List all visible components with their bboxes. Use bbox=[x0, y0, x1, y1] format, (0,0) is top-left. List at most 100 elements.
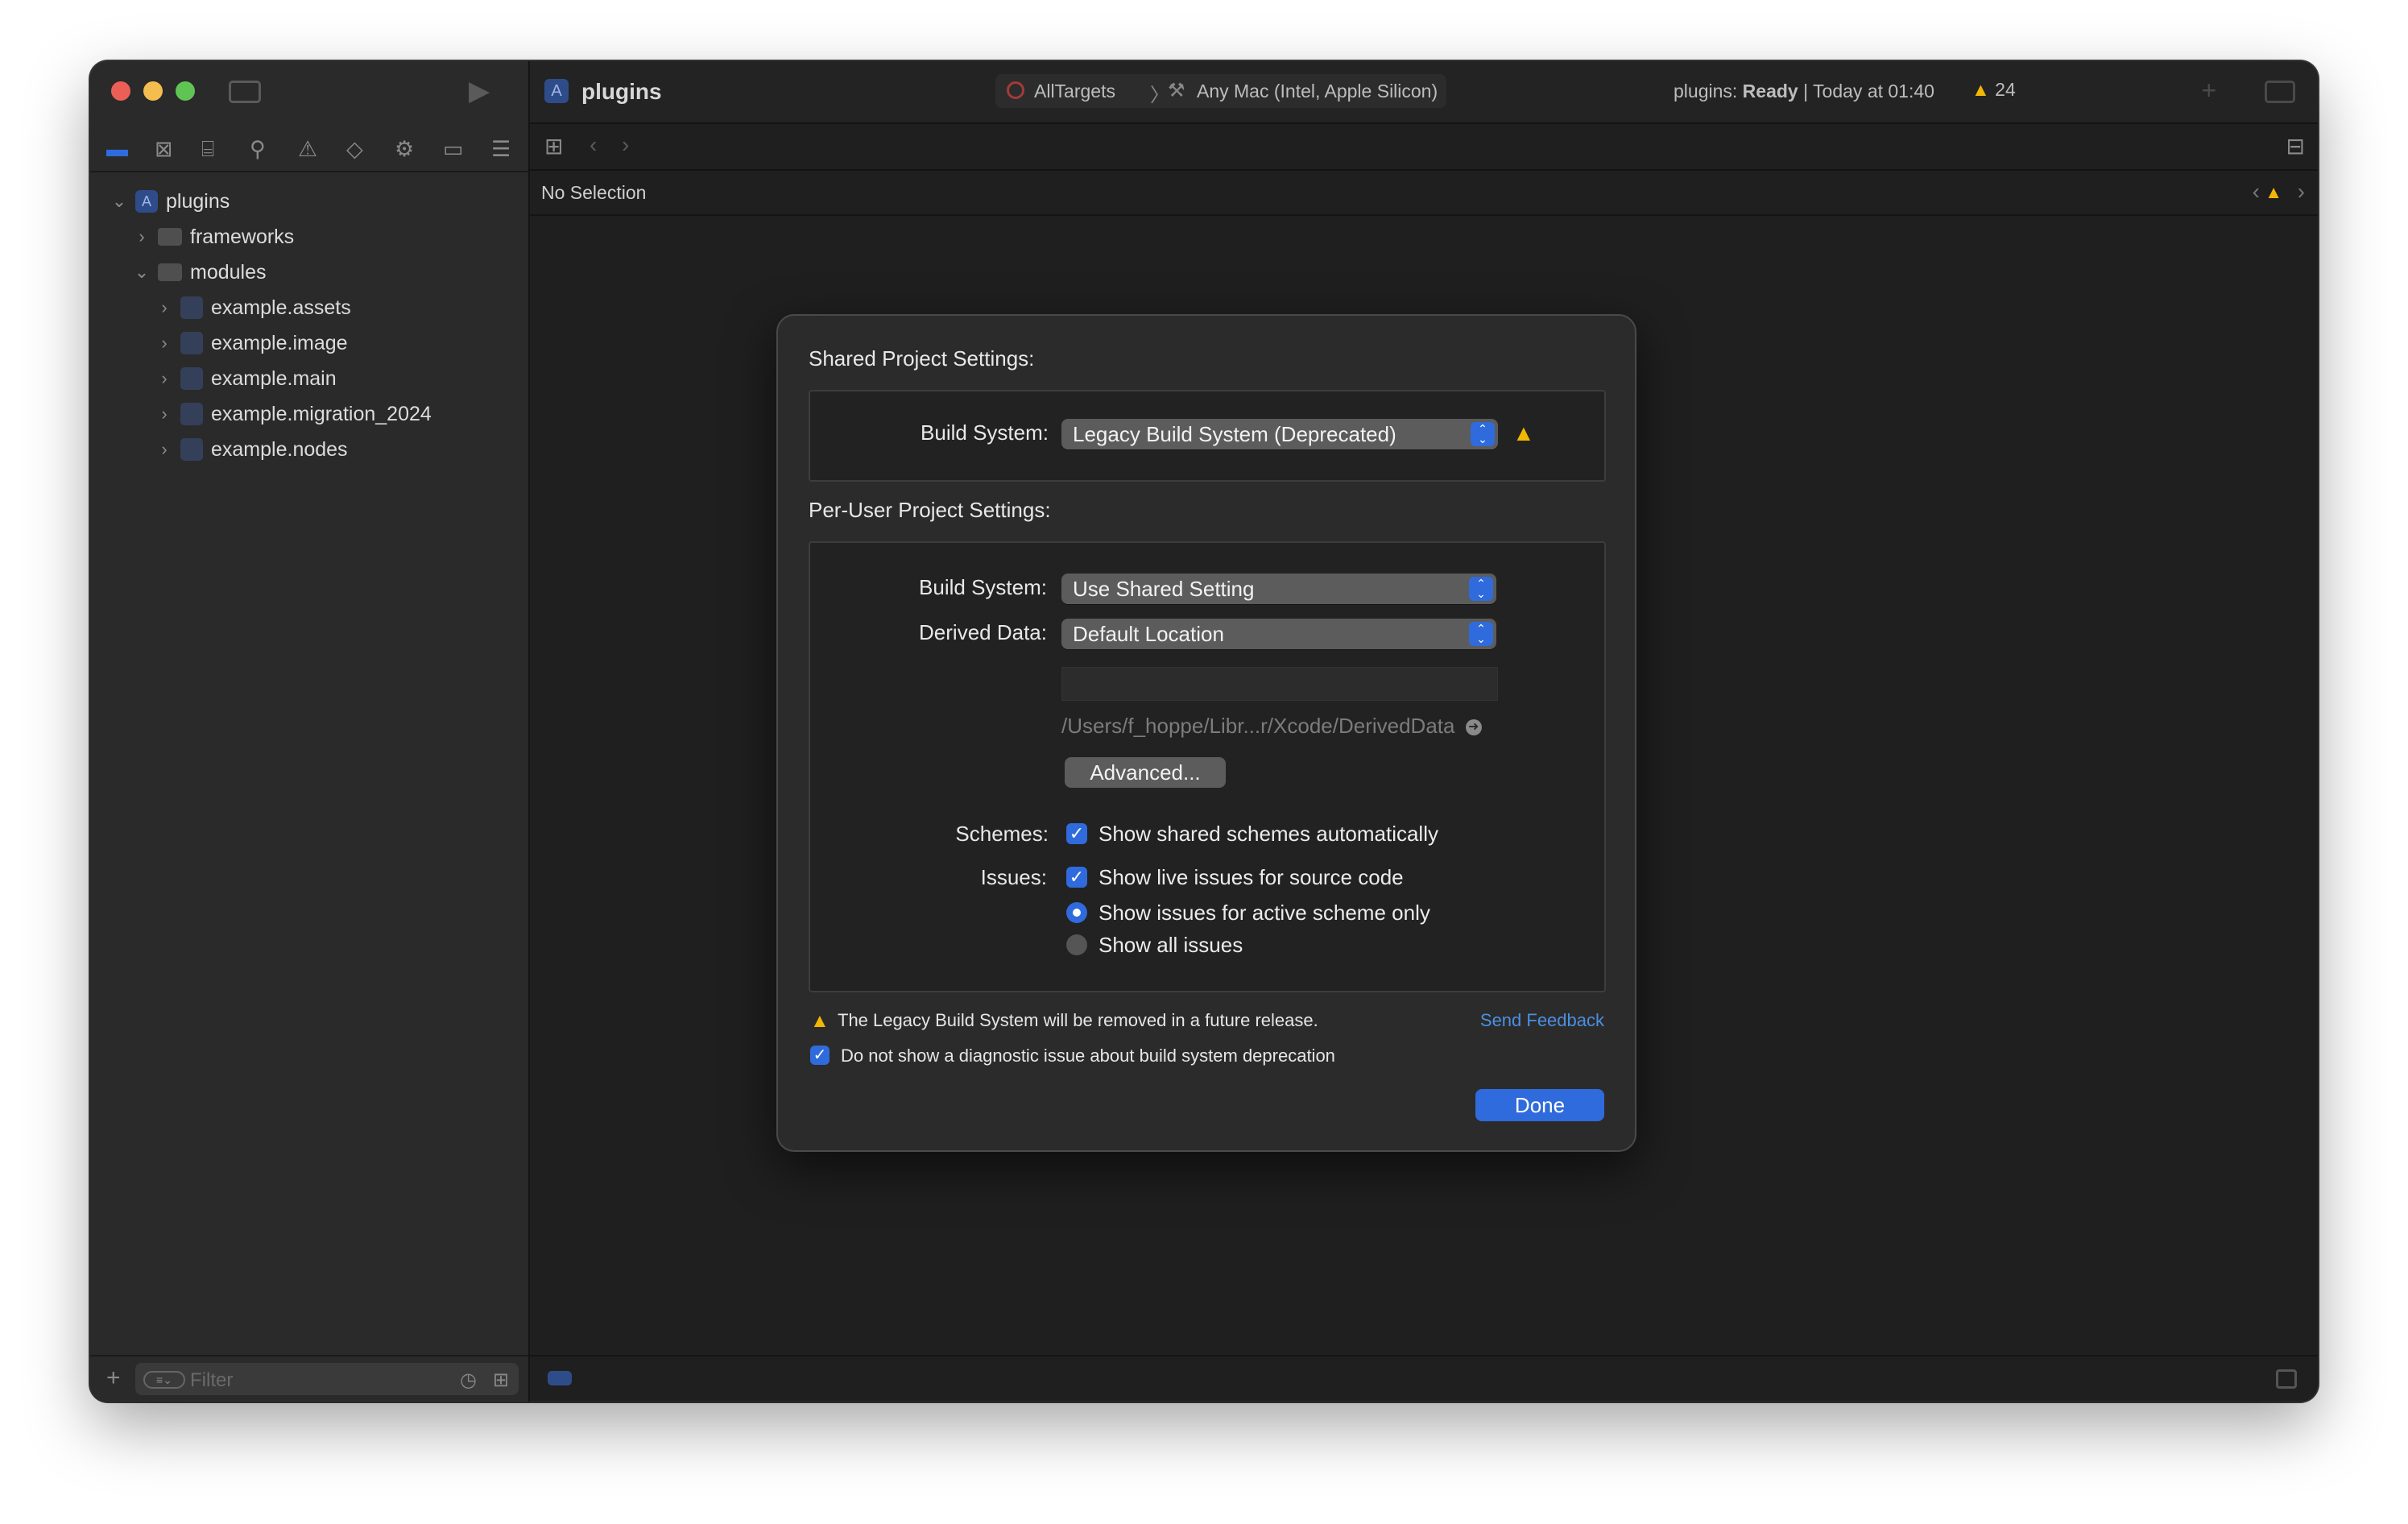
filter-placeholder: Filter bbox=[190, 1369, 234, 1391]
schemes-checkbox[interactable]: ✓ bbox=[1066, 823, 1087, 844]
chevron-down-icon[interactable]: ⌄ bbox=[110, 191, 129, 212]
back-chevron-icon[interactable]: ‹ bbox=[590, 134, 597, 156]
warning-icon: ▲ bbox=[1971, 79, 1990, 100]
tree-item[interactable]: › example.main bbox=[90, 361, 528, 396]
suppress-diagnostic-checkbox[interactable]: ✓ bbox=[810, 1046, 830, 1065]
run-icon[interactable]: ▶ bbox=[469, 77, 490, 105]
per-user-settings-box: Build System: Use Shared Setting ⌃ ⌄ Deri… bbox=[809, 541, 1606, 992]
warning-icon: ▲ bbox=[1512, 420, 1535, 445]
recent-files-icon[interactable]: ◷ bbox=[460, 1369, 477, 1392]
tree-root-project[interactable]: ⌄ A plugins bbox=[90, 184, 528, 219]
project-navigator-icon[interactable]: ▬ bbox=[106, 137, 128, 162]
debug-navigator-icon[interactable]: ⚙ bbox=[395, 137, 414, 162]
scheme-name[interactable]: AllTargets bbox=[1034, 81, 1115, 102]
reveal-in-finder-icon[interactable]: ➜ bbox=[1465, 719, 1482, 736]
tree-item[interactable]: › frameworks bbox=[90, 219, 528, 255]
module-icon bbox=[180, 296, 203, 319]
status-project: plugins: bbox=[1674, 81, 1738, 101]
filter-options-icon[interactable]: ≡⌄ bbox=[143, 1371, 185, 1389]
target-icon bbox=[1007, 81, 1024, 99]
done-button[interactable]: Done bbox=[1475, 1089, 1604, 1121]
tree-item-label: example.migration_2024 bbox=[211, 402, 432, 425]
chevron-right-icon[interactable]: › bbox=[155, 333, 174, 354]
tree-item-label: plugins bbox=[166, 189, 230, 213]
tree-item-label: frameworks bbox=[190, 225, 295, 248]
suppress-diagnostic-label: Do not show a diagnostic issue about bui… bbox=[841, 1046, 1335, 1066]
shared-settings-box: Build System: Legacy Build System (Depre… bbox=[809, 390, 1606, 482]
minimize-window-button[interactable] bbox=[143, 81, 163, 101]
toolbar: A plugins AllTargets 〉 ⚒ Any Mac (Intel,… bbox=[530, 61, 2318, 124]
library-add-icon[interactable]: + bbox=[2201, 77, 2216, 103]
split-editor-icon[interactable]: ⊟ bbox=[2286, 135, 2305, 158]
issue-warning-icon[interactable]: ▲ bbox=[2265, 182, 2282, 203]
chevron-right-icon: 〉 bbox=[1150, 85, 1169, 106]
hammer-icon: ⚒ bbox=[1168, 80, 1185, 101]
tree-item[interactable]: ⌄ modules bbox=[90, 255, 528, 290]
active-scheme-radio[interactable] bbox=[1066, 902, 1087, 923]
tree-item[interactable]: › example.assets bbox=[90, 290, 528, 325]
close-window-button[interactable] bbox=[111, 81, 130, 101]
debug-area-toggle-icon[interactable] bbox=[2276, 1369, 2297, 1389]
chevron-right-icon[interactable]: › bbox=[155, 297, 174, 318]
user-build-system-popup[interactable]: Use Shared Setting ⌃ ⌄ bbox=[1061, 574, 1496, 604]
tree-item[interactable]: › example.nodes bbox=[90, 432, 528, 467]
add-icon[interactable]: + bbox=[106, 1366, 121, 1390]
filter-field[interactable]: ≡⌄ Filter ◷ ⊞ bbox=[135, 1363, 519, 1395]
symbol-navigator-icon[interactable]: ⌸ bbox=[201, 137, 214, 163]
find-navigator-icon[interactable]: ⚲ bbox=[250, 137, 266, 162]
jump-bar-path[interactable]: No Selection bbox=[541, 182, 646, 204]
shared-build-system-popup[interactable]: Legacy Build System (Deprecated) ⌃ ⌄ bbox=[1061, 419, 1498, 449]
test-navigator-icon[interactable]: ◇ bbox=[346, 137, 363, 162]
navigator-sidebar: ▶ ▬ ⊠ ⌸ ⚲ ⚠ ◇ ⚙ ▭ ☰ ⌄ A plugins + ≡⌄ Fil… bbox=[90, 61, 530, 1402]
custom-location-field[interactable] bbox=[1061, 667, 1498, 701]
sidebar-toggle-icon[interactable] bbox=[229, 81, 261, 103]
derived-data-path-row: /Users/f_hoppe/Libr...r/Xcode/DerivedDat… bbox=[1061, 714, 1482, 739]
project-settings-dialog: Shared Project Settings: Build System: L… bbox=[776, 314, 1636, 1152]
shared-build-system-label: Build System: bbox=[921, 420, 1049, 445]
breakpoints-toggle-icon[interactable] bbox=[548, 1371, 572, 1385]
status-time: | Today at 01:40 bbox=[1803, 81, 1934, 101]
derived-data-popup[interactable]: Default Location ⌃ ⌄ bbox=[1061, 619, 1496, 649]
related-items-icon[interactable]: ⊞ bbox=[544, 135, 563, 158]
issue-navigator-icon[interactable]: ⚠ bbox=[298, 137, 317, 162]
window-title: plugins bbox=[581, 79, 662, 104]
warning-count-badge[interactable]: ▲ 24 bbox=[1971, 79, 2016, 101]
report-navigator-icon[interactable]: ☰ bbox=[491, 137, 511, 162]
zoom-window-button[interactable] bbox=[176, 81, 195, 101]
tree-item[interactable]: › example.image bbox=[90, 325, 528, 361]
next-issue-icon[interactable]: › bbox=[2298, 179, 2305, 205]
derived-data-label: Derived Data: bbox=[919, 620, 1047, 644]
navigator-footer: + ≡⌄ Filter ◷ ⊞ bbox=[90, 1355, 528, 1402]
advanced-button[interactable]: Advanced... bbox=[1065, 757, 1226, 788]
all-issues-label: Show all issues bbox=[1098, 933, 1243, 957]
tree-item-label: example.image bbox=[211, 331, 348, 354]
run-destination[interactable]: Any Mac (Intel, Apple Silicon) bbox=[1197, 81, 1438, 102]
inspector-toggle-icon[interactable] bbox=[2265, 81, 2295, 103]
folder-icon bbox=[158, 228, 182, 246]
module-icon bbox=[180, 367, 203, 390]
chevron-right-icon[interactable]: › bbox=[155, 368, 174, 389]
module-icon bbox=[180, 403, 203, 425]
source-control-icon[interactable]: ⊠ bbox=[155, 137, 173, 162]
chevron-right-icon[interactable]: › bbox=[155, 404, 174, 424]
chevron-down-icon[interactable]: ⌄ bbox=[132, 262, 151, 283]
user-build-system-label: Build System: bbox=[919, 575, 1047, 599]
all-issues-radio[interactable] bbox=[1066, 934, 1087, 955]
folder-icon bbox=[158, 263, 182, 281]
project-icon: A bbox=[135, 190, 158, 213]
live-issues-checkbox[interactable]: ✓ bbox=[1066, 867, 1087, 888]
forward-chevron-icon[interactable]: › bbox=[622, 134, 629, 156]
tree-item[interactable]: › example.migration_2024 bbox=[90, 396, 528, 432]
chevron-right-icon[interactable]: › bbox=[132, 226, 151, 247]
scheme-selector[interactable]: AllTargets 〉 ⚒ Any Mac (Intel, Apple Sil… bbox=[995, 74, 1446, 108]
chevron-right-icon[interactable]: › bbox=[155, 439, 174, 460]
source-control-filter-icon[interactable]: ⊞ bbox=[493, 1369, 509, 1392]
popup-stepper-icon: ⌃ ⌄ bbox=[1469, 577, 1493, 601]
jump-bar: No Selection ‹ ▲ › bbox=[530, 171, 2318, 216]
previous-issue-icon[interactable]: ‹ bbox=[2253, 179, 2260, 205]
module-icon bbox=[180, 438, 203, 461]
editor-tab-bar: ⊞ ‹ › ⊟ bbox=[530, 124, 2318, 171]
breakpoint-navigator-icon[interactable]: ▭ bbox=[443, 137, 464, 162]
status-state: Ready bbox=[1742, 81, 1798, 101]
send-feedback-link[interactable]: Send Feedback bbox=[1480, 1010, 1604, 1031]
